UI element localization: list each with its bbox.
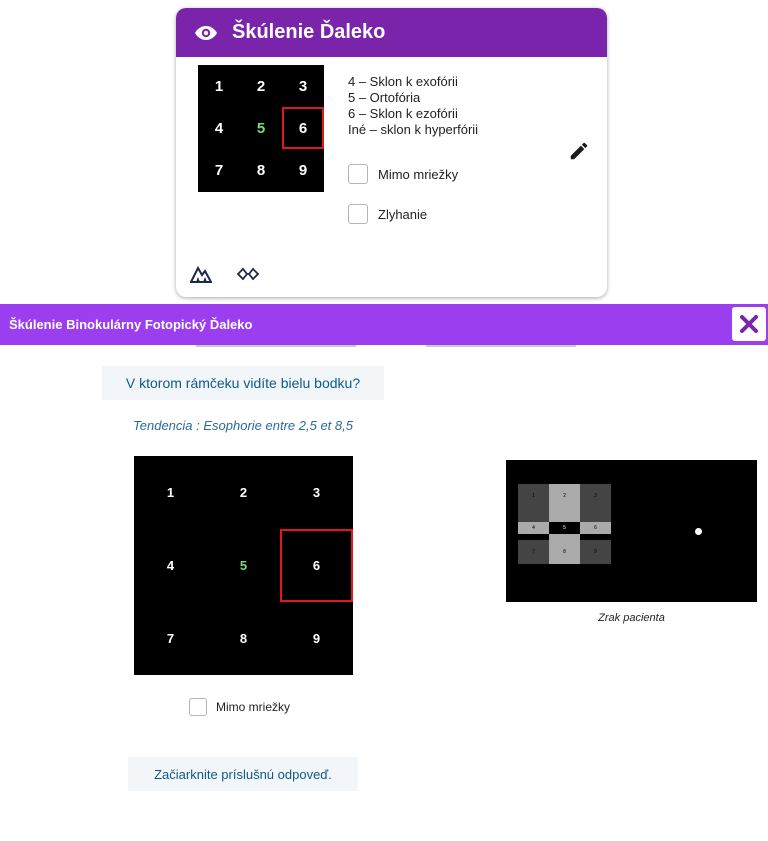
card-outside-checkbox-row[interactable]: Mimo mriežky [348, 164, 458, 184]
legend-item: 4 – Sklon k exofórii [348, 74, 458, 89]
grid-cell-7[interactable]: 7 [134, 602, 207, 675]
dialog-outside-checkbox[interactable] [189, 698, 207, 716]
pv-cell-8: 8 [549, 540, 580, 564]
grid-cell-1[interactable]: 1 [134, 456, 207, 529]
patient-view: 1 2 3 4 5 6 7 8 9 [506, 460, 757, 602]
fail-label: Zlyhanie [378, 206, 428, 222]
glasses-icon[interactable] [236, 266, 260, 282]
mini-cell-8: 8 [256, 161, 266, 179]
mountain-icon[interactable] [190, 262, 212, 284]
instruction-text: Začiarknite príslušnú odpoveď. [128, 757, 358, 791]
close-icon [740, 315, 758, 333]
legend-item: 5 – Ortofória [348, 90, 421, 105]
pv-bar-left [518, 508, 549, 522]
card-header: Škúlenie Ďaleko [176, 8, 607, 57]
card-fail-checkbox-row[interactable]: Zlyhanie [348, 204, 427, 224]
pv-cell-3: 3 [580, 484, 611, 508]
grid-cell-9[interactable]: 9 [280, 602, 353, 675]
pv-bar-right [580, 508, 611, 522]
divider [196, 345, 576, 348]
mini-grid: 1 2 3 4 5 6 7 8 9 [198, 65, 324, 192]
pv-cell-6: 6 [580, 522, 611, 534]
pv-cell-2: 2 [549, 484, 580, 508]
eye-icon [195, 25, 217, 40]
mini-cell-4: 4 [214, 119, 224, 137]
legend-item: Iné – sklon k hyperfórii [348, 122, 479, 137]
mini-cell-5: 5 [256, 119, 266, 137]
test-card: Škúlenie Ďaleko 1 2 3 4 5 6 7 8 9 4 – Sk… [176, 8, 607, 297]
pencil-icon[interactable] [568, 140, 590, 162]
pv-cell-4: 4 [518, 522, 549, 534]
grid-cell-6-selected[interactable]: 6 [280, 529, 353, 602]
patient-caption: Zrak pacienta [598, 612, 665, 624]
white-dot [695, 528, 702, 535]
mini-cell-1: 1 [214, 77, 224, 95]
fail-checkbox[interactable] [348, 204, 368, 224]
dialog-title: Škúlenie Binokulárny Fotopický Ďaleko [9, 317, 253, 332]
question-prompt: V ktorom rámčeku vidíte bielu bodku? [102, 366, 384, 400]
pv-cell-1: 1 [518, 484, 549, 508]
legend: 4 – Sklon k exofórii 5 – Ortofória 6 – S… [348, 74, 478, 138]
outside-grid-checkbox[interactable] [348, 164, 368, 184]
grid-cell-8[interactable]: 8 [207, 602, 280, 675]
pv-cell-7: 7 [518, 540, 549, 564]
pv-bar-bottom [549, 534, 580, 540]
outside-grid-label: Mimo mriežky [378, 166, 459, 182]
grid-cell-5[interactable]: 5 [207, 529, 280, 602]
mini-cell-2: 2 [256, 77, 266, 95]
pv-cell-9: 9 [580, 540, 611, 564]
pv-cell-5: 5 [549, 522, 580, 534]
dialog-title-bar: Škúlenie Binokulárny Fotopický Ďaleko [0, 304, 768, 345]
mini-cell-9: 9 [298, 161, 308, 179]
pv-bar-top [549, 508, 580, 522]
legend-item: 6 – Sklon k ezofórii [348, 106, 458, 121]
mini-cell-3: 3 [298, 77, 308, 95]
grid-cell-4[interactable]: 4 [134, 529, 207, 602]
mini-cell-6-selected: 6 [282, 107, 324, 149]
dialog-outside-label: Mimo mriežky [216, 700, 290, 714]
dialog-outside-checkbox-row[interactable]: Mimo mriežky [189, 698, 290, 716]
mini-cell-7: 7 [214, 161, 224, 179]
close-button[interactable] [732, 307, 766, 341]
grid-cell-3[interactable]: 3 [280, 456, 353, 529]
card-title: Škúlenie Ďaleko [232, 21, 386, 43]
tendency-text: Tendencia : Esophorie entre 2,5 et 8,5 [133, 418, 353, 433]
answer-grid: 1 2 3 4 5 6 7 8 9 [134, 456, 353, 675]
grid-cell-2[interactable]: 2 [207, 456, 280, 529]
